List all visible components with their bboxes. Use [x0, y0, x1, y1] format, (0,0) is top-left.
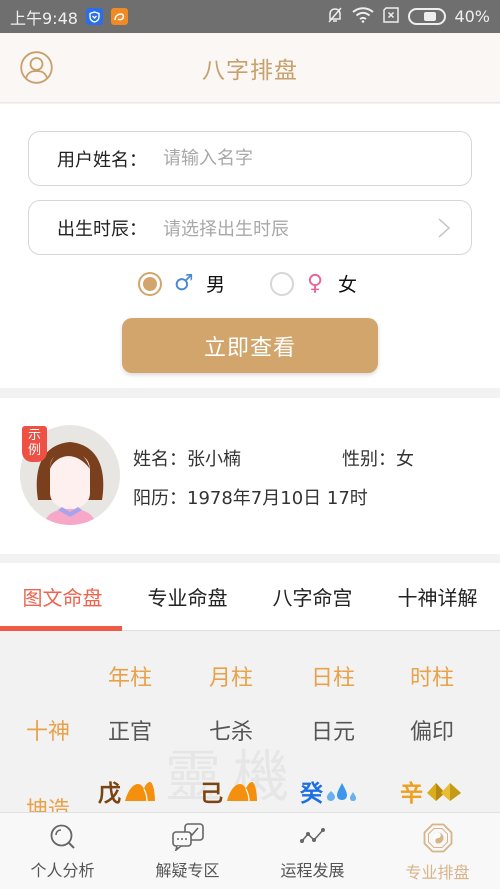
ten-god-year: 正官 — [107, 720, 152, 745]
stem-year: 戊 — [98, 774, 156, 808]
example-name: 姓名：张小楠 — [133, 449, 241, 470]
tab-professional-chart[interactable]: 专业命盘 — [125, 563, 250, 630]
view-now-button[interactable]: 立即查看 — [122, 318, 378, 373]
app-header: 八字排盘 — [0, 33, 500, 103]
stem-day-text: 癸 — [300, 781, 323, 807]
status-time: 上午9:48 — [10, 8, 78, 28]
earth-mountain-icon — [227, 782, 257, 802]
nav-label: 专业排盘 — [405, 863, 470, 882]
chat-icon — [171, 823, 204, 851]
gender-female-option[interactable]: ♀ 女 — [270, 270, 357, 297]
search-icon — [50, 824, 75, 849]
stem-day: 癸 — [300, 774, 358, 808]
male-radio[interactable] — [138, 271, 162, 296]
gender-male-option[interactable]: ♂ 男 — [138, 270, 225, 297]
name-input[interactable] — [163, 148, 471, 169]
chevron-right-icon — [437, 218, 451, 238]
bagua-icon — [423, 823, 452, 853]
trend-icon — [299, 828, 325, 843]
tab-ten-gods-detail[interactable]: 十神详解 — [375, 563, 500, 630]
gender-selector: ♂ 男 ♀ 女 — [0, 270, 500, 300]
nav-qa-zone[interactable]: 解疑专区 — [125, 813, 250, 889]
stem-month: 己 — [200, 774, 258, 808]
nav-label: 个人分析 — [30, 861, 95, 880]
no-sim-icon — [382, 6, 400, 27]
metal-gold-icon — [427, 783, 461, 801]
stem-hour-text: 辛 — [400, 781, 423, 807]
female-radio[interactable] — [270, 271, 294, 296]
nav-label: 运程发展 — [280, 861, 345, 880]
example-card[interactable]: 示例 姓名：张小楠 性别：女 阳历：1978年7月10日 17时 — [0, 398, 500, 554]
battery-icon — [408, 8, 447, 25]
example-tag: 示例 — [22, 426, 47, 462]
male-label: 男 — [206, 274, 226, 296]
ten-gods-row-label: 十神 — [25, 720, 70, 745]
pillar-grid: 靈機 年柱 月柱 日柱 时柱 十神 正官 七杀 日元 偏印 坤造 戊 己 癸 辛 — [0, 632, 500, 812]
wifi-icon — [352, 6, 375, 27]
kunzao-row-label: 坤造 — [25, 798, 70, 812]
stem-month-text: 己 — [200, 781, 223, 807]
security-shield-icon — [85, 8, 103, 25]
ten-god-month: 七杀 — [208, 720, 253, 745]
nav-fortune-trend[interactable]: 运程发展 — [250, 813, 375, 889]
year-pillar-header: 年柱 — [107, 666, 152, 691]
female-symbol-icon: ♀ — [306, 271, 324, 296]
chart-tabs: 图文命盘 专业命盘 八字命宫 十神详解 — [0, 563, 500, 631]
female-label: 女 — [338, 274, 358, 296]
uc-browser-icon — [110, 8, 128, 25]
nav-professional-chart[interactable]: 专业排盘 — [375, 813, 500, 889]
stem-hour: 辛 — [400, 774, 462, 808]
month-pillar-header: 月柱 — [208, 666, 253, 691]
stem-year-text: 戊 — [98, 781, 121, 807]
day-pillar-header: 日柱 — [310, 666, 355, 691]
example-birth-date: 阳历：1978年7月10日 17时 — [133, 488, 368, 509]
ten-god-day: 日元 — [310, 720, 355, 745]
hour-pillar-header: 时柱 — [409, 666, 454, 691]
birth-time-picker[interactable]: 请选择出生时辰 — [163, 215, 471, 241]
nav-label: 解疑专区 — [155, 861, 220, 880]
battery-percent: 40% — [454, 7, 490, 26]
user-profile-icon[interactable] — [20, 51, 53, 84]
water-drops-icon — [327, 783, 356, 801]
male-symbol-icon: ♂ — [174, 271, 194, 296]
bottom-nav: 个人分析 解疑专区 运程发展 专业排盘 — [0, 812, 500, 889]
example-gender: 性别：女 — [342, 449, 414, 470]
ten-god-hour: 偏印 — [409, 720, 454, 745]
mute-bell-icon — [326, 6, 344, 28]
tab-graphic-chart[interactable]: 图文命盘 — [0, 563, 125, 631]
status-bar: 上午9:48 40% — [0, 0, 500, 33]
name-label: 用户姓名： — [57, 149, 147, 171]
birth-time-field[interactable]: 出生时辰： 请选择出生时辰 — [28, 200, 472, 255]
earth-mountain-icon — [125, 782, 155, 802]
tab-bazi-palace[interactable]: 八字命宫 — [250, 563, 375, 630]
birth-info-form: 用户姓名： 出生时辰： 请选择出生时辰 ♂ 男 ♀ 女 立即查看 — [0, 104, 500, 388]
name-field[interactable]: 用户姓名： — [28, 131, 472, 186]
page-title: 八字排盘 — [202, 57, 298, 84]
nav-personal-analysis[interactable]: 个人分析 — [0, 813, 125, 889]
birth-time-label: 出生时辰： — [57, 218, 147, 240]
